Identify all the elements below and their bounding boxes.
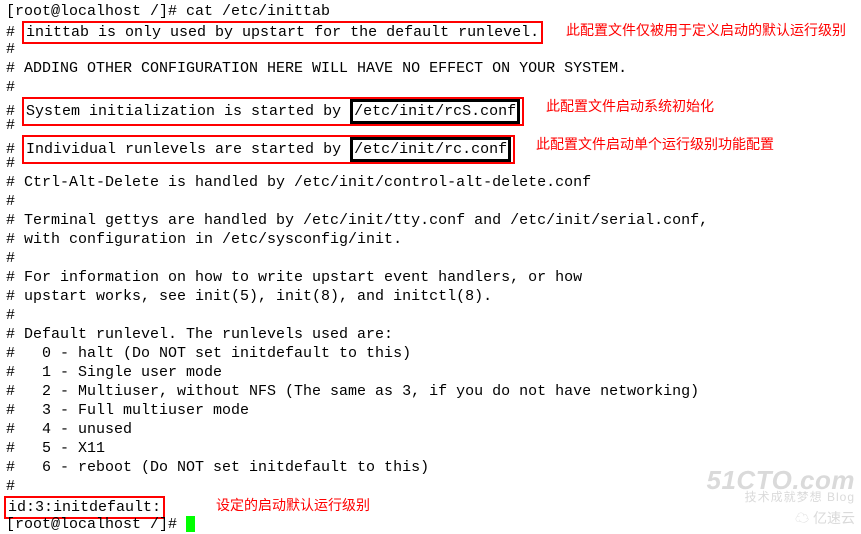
terminal-line: # xyxy=(6,477,861,496)
terminal-line: # xyxy=(6,154,861,173)
terminal-line: # 3 - Full multiuser mode xyxy=(6,401,861,420)
terminal-line: # 2 - Multiuser, without NFS (The same a… xyxy=(6,382,861,401)
annotation-1: 此配置文件仅被用于定义启动的默认运行级别 xyxy=(566,21,846,40)
terminal-line: # 6 - reboot (Do NOT set initdefault to … xyxy=(6,458,861,477)
terminal-line: # Individual runlevels are started by /e… xyxy=(6,135,861,154)
terminal-line: # xyxy=(6,306,861,325)
terminal-line: [root@localhost /]# xyxy=(6,515,861,534)
shell-prompt: [root@localhost /]# xyxy=(6,516,186,533)
command-text: cat /etc/inittab xyxy=(186,3,330,20)
annotation-4: 设定的启动默认运行级别 xyxy=(216,496,370,515)
cursor-block[interactable] xyxy=(186,516,195,532)
terminal-line: # with configuration in /etc/sysconfig/i… xyxy=(6,230,861,249)
annotation-2: 此配置文件启动系统初始化 xyxy=(546,97,714,116)
terminal-line: # upstart works, see init(5), init(8), a… xyxy=(6,287,861,306)
terminal-line: # 4 - unused xyxy=(6,420,861,439)
terminal-line: # xyxy=(6,249,861,268)
terminal-line: # xyxy=(6,78,861,97)
terminal-line: # 0 - halt (Do NOT set initdefault to th… xyxy=(6,344,861,363)
annotation-3: 此配置文件启动单个运行级别功能配置 xyxy=(536,135,774,154)
terminal-line: # Default runlevel. The runlevels used a… xyxy=(6,325,861,344)
terminal-line: id:3:initdefault:设定的启动默认运行级别 xyxy=(6,496,861,515)
terminal-line: # inittab is only used by upstart for th… xyxy=(6,21,861,40)
terminal-line: # Terminal gettys are handled by /etc/in… xyxy=(6,211,861,230)
terminal-line: # 5 - X11 xyxy=(6,439,861,458)
shell-prompt: [root@localhost /]# xyxy=(6,3,186,20)
terminal-line: [root@localhost /]# cat /etc/inittab xyxy=(6,2,861,21)
terminal-line: # xyxy=(6,116,861,135)
terminal-line: # System initialization is started by /e… xyxy=(6,97,861,116)
terminal-line: # ADDING OTHER CONFIGURATION HERE WILL H… xyxy=(6,59,861,78)
terminal-line: # For information on how to write upstar… xyxy=(6,268,861,287)
terminal-line: # Ctrl-Alt-Delete is handled by /etc/ini… xyxy=(6,173,861,192)
terminal-line: # xyxy=(6,192,861,211)
terminal-line: # xyxy=(6,40,861,59)
terminal-line: # 1 - Single user mode xyxy=(6,363,861,382)
